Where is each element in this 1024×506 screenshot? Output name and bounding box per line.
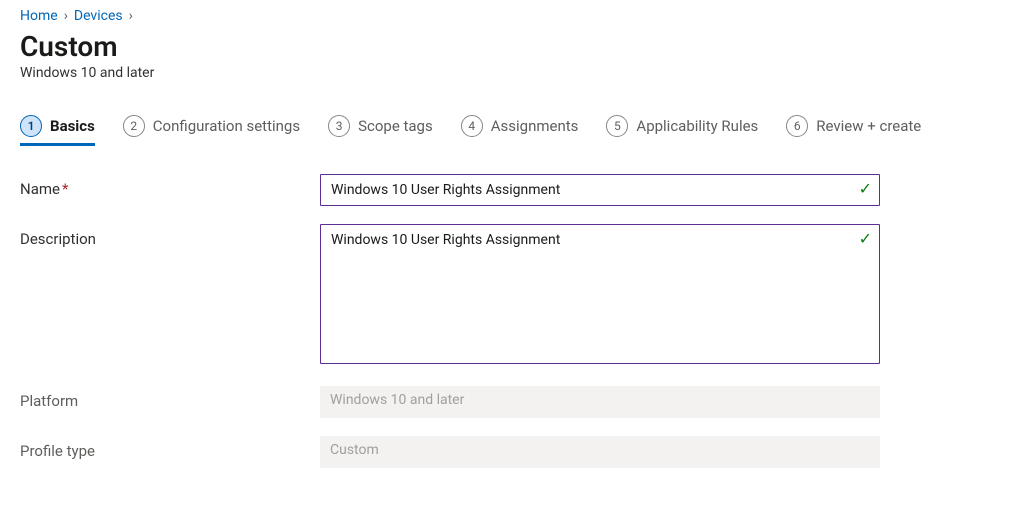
step-label: Basics	[50, 117, 95, 135]
description-textarea[interactable]	[320, 224, 880, 364]
platform-label: Platform	[20, 386, 320, 410]
chevron-right-icon: ›	[129, 8, 133, 24]
step-scope-tags[interactable]: 3 Scope tags	[328, 115, 433, 145]
step-label: Configuration settings	[153, 117, 300, 135]
step-applicability-rules[interactable]: 5 Applicability Rules	[606, 115, 758, 145]
step-label: Scope tags	[358, 117, 433, 135]
step-configuration-settings[interactable]: 2 Configuration settings	[123, 115, 300, 145]
basics-form: Name* ✓ Description ✓ Platform Windows 1…	[20, 174, 1004, 468]
step-assignments[interactable]: 4 Assignments	[461, 115, 579, 145]
profile-type-value: Custom	[320, 436, 880, 468]
step-review-create[interactable]: 6 Review + create	[786, 115, 921, 145]
description-label: Description	[20, 224, 320, 248]
step-basics[interactable]: 1 Basics	[20, 115, 95, 145]
step-label: Applicability Rules	[636, 117, 758, 135]
wizard-steps: 1 Basics 2 Configuration settings 3 Scop…	[20, 115, 1004, 146]
page-title: Custom	[20, 30, 1004, 63]
step-number: 1	[20, 115, 42, 137]
page-subtitle: Windows 10 and later	[20, 65, 1004, 81]
step-number: 2	[123, 115, 145, 137]
breadcrumb-home[interactable]: Home	[20, 8, 58, 24]
step-number: 3	[328, 115, 350, 137]
step-number: 6	[786, 115, 808, 137]
name-input[interactable]	[320, 174, 880, 206]
breadcrumb-devices[interactable]: Devices	[74, 8, 123, 24]
step-number: 5	[606, 115, 628, 137]
step-label: Review + create	[816, 117, 921, 135]
breadcrumb: Home › Devices ›	[20, 8, 1004, 24]
name-label: Name*	[20, 174, 320, 198]
chevron-right-icon: ›	[64, 8, 68, 24]
platform-value: Windows 10 and later	[320, 386, 880, 418]
profile-type-label: Profile type	[20, 436, 320, 460]
step-number: 4	[461, 115, 483, 137]
required-indicator: *	[62, 180, 68, 198]
step-label: Assignments	[491, 117, 579, 135]
